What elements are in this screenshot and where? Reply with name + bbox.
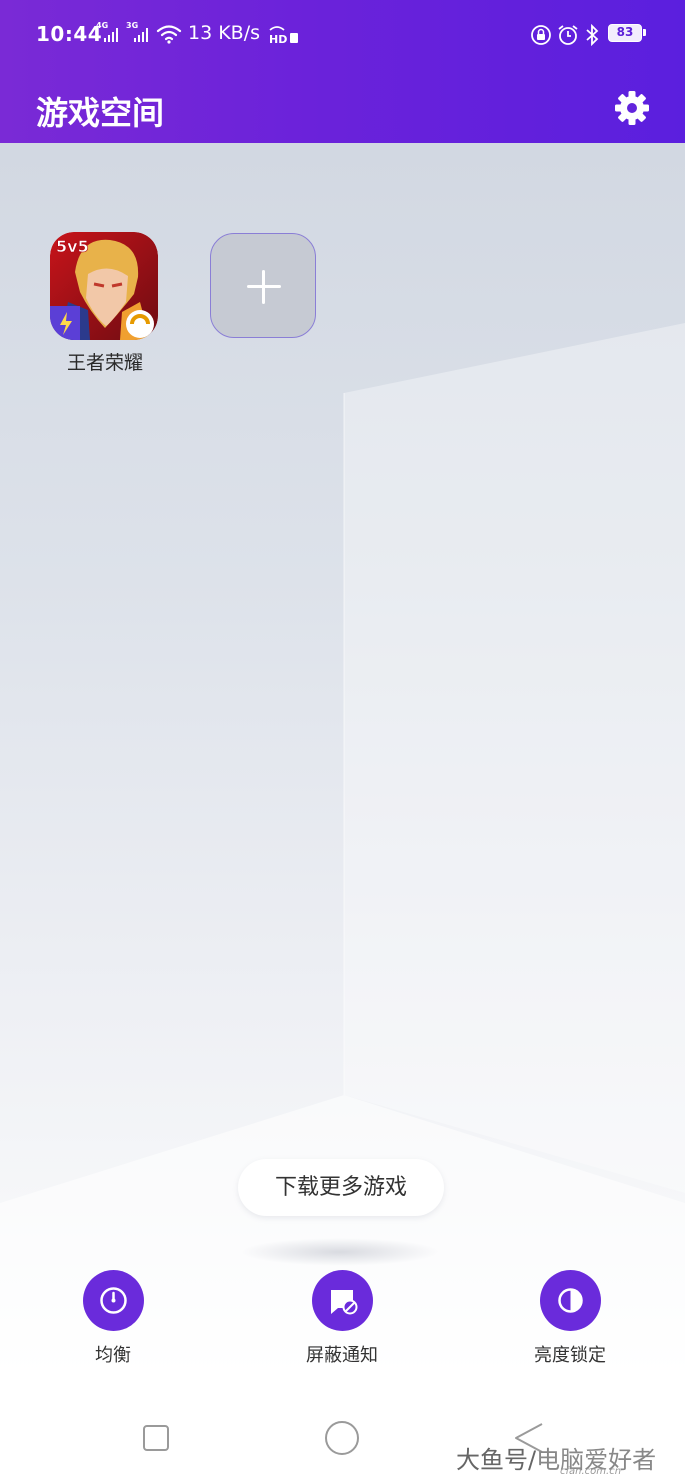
download-more-games-button[interactable]: 下载更多游戏 xyxy=(238,1159,444,1216)
hd-icon: HD xyxy=(269,26,298,44)
add-game-button[interactable] xyxy=(210,233,316,338)
quick-action-label: 亮度锁定 xyxy=(534,1345,606,1366)
bluetooth-icon xyxy=(586,24,599,46)
status-time: 10:44 xyxy=(36,22,103,46)
watermark: 大鱼号/电脑爱好者 xyxy=(456,1446,657,1474)
home-icon[interactable] xyxy=(324,1420,360,1456)
wifi-icon xyxy=(156,25,182,44)
quick-action-label: 均衡 xyxy=(95,1345,131,1366)
app-header: 10:44 4G 3G 13 KB/s HD 83 游戏空间 xyxy=(0,0,685,143)
settings-gear-icon[interactable] xyxy=(612,88,652,128)
battery-icon: 83 xyxy=(608,24,646,42)
recent-apps-icon[interactable] xyxy=(142,1424,170,1452)
block-notification-icon xyxy=(330,1290,357,1315)
quick-action-brightness-lock[interactable]: 亮度锁定 xyxy=(510,1270,630,1367)
brightness-icon xyxy=(557,1288,583,1313)
quick-action-balanced[interactable]: 均衡 xyxy=(53,1270,173,1367)
signal-icon: 4G xyxy=(96,21,120,44)
svg-text:5v5: 5v5 xyxy=(56,237,89,256)
page-title: 游戏空间 xyxy=(36,94,165,132)
game-space-screen: 10:44 4G 3G 13 KB/s HD 83 游戏空间 5v5 王者荣耀 … xyxy=(0,0,685,1484)
gauge-icon xyxy=(99,1287,127,1314)
quick-action-block-notifications[interactable]: 屏蔽通知 xyxy=(282,1270,402,1367)
network-speed: 13 KB/s xyxy=(188,22,261,44)
game-label[interactable]: 王者荣耀 xyxy=(50,348,160,375)
quick-action-label: 屏蔽通知 xyxy=(306,1345,378,1366)
watermark-url: cfan.com.cn xyxy=(560,1466,622,1477)
game-app-icon[interactable]: 5v5 xyxy=(50,232,158,340)
vpn-lock-icon xyxy=(531,25,551,45)
button-shadow xyxy=(240,1238,440,1266)
game-tile-wangzhe[interactable]: 5v5 王者荣耀 xyxy=(50,232,160,375)
signal-icon: 3G xyxy=(126,21,150,44)
svg-text:HD: HD xyxy=(269,33,287,44)
alarm-icon xyxy=(558,25,578,45)
